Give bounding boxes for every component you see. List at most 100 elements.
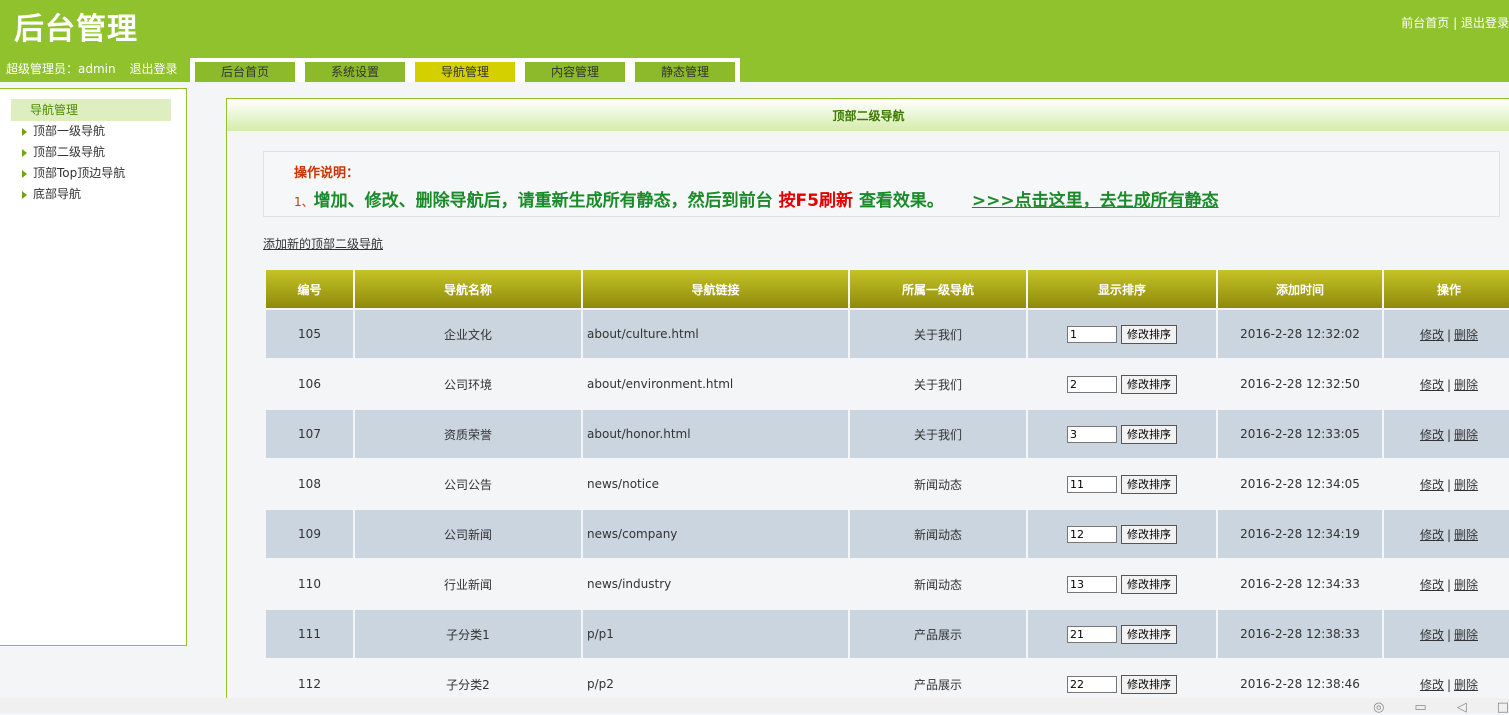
delete-link[interactable]: 删除 — [1454, 528, 1478, 542]
action-separator: | — [1446, 427, 1452, 442]
nav-table-wrapper: 编号 导航名称 导航链接 所属一级导航 显示排序 添加时间 操作 105 企业文化… — [264, 268, 1509, 698]
edit-link[interactable]: 修改 — [1420, 378, 1444, 392]
order-input[interactable] — [1067, 625, 1117, 643]
col-header-order[interactable]: 显示排序 — [1028, 270, 1216, 308]
delete-link[interactable]: 删除 — [1454, 578, 1478, 592]
delete-link[interactable]: 删除 — [1454, 478, 1478, 492]
cell-link: about/culture.html — [583, 310, 848, 358]
delete-link[interactable]: 删除 — [1454, 378, 1478, 392]
generate-static-link[interactable]: >>>点击这里，去生成所有静态 — [972, 191, 1219, 211]
cell-name: 行业新闻 — [355, 560, 581, 608]
instructions-heading: 操作说明： — [294, 166, 360, 181]
cell-order: 修改排序 — [1028, 360, 1216, 408]
delete-link[interactable]: 删除 — [1454, 428, 1478, 442]
cell-name: 资质荣誉 — [355, 410, 581, 458]
cell-link: about/honor.html — [583, 410, 848, 458]
cell-time: 2016-2-28 12:38:46 — [1218, 660, 1382, 698]
cell-parent: 产品展示 — [850, 610, 1026, 658]
nav-table: 编号 导航名称 导航链接 所属一级导航 显示排序 添加时间 操作 105 企业文化… — [264, 268, 1509, 698]
cell-order: 修改排序 — [1028, 610, 1216, 658]
order-input[interactable] — [1067, 325, 1117, 343]
cell-name: 企业文化 — [355, 310, 581, 358]
cell-order: 修改排序 — [1028, 510, 1216, 558]
cell-id: 110 — [266, 560, 353, 608]
tab-home[interactable]: 后台首页 — [195, 62, 295, 82]
edit-link[interactable]: 修改 — [1420, 578, 1444, 592]
sidebar-title: 导航管理 — [11, 99, 171, 121]
cell-time: 2016-2-28 12:38:33 — [1218, 610, 1382, 658]
update-order-button[interactable]: 修改排序 — [1121, 574, 1177, 594]
edit-link[interactable]: 修改 — [1420, 528, 1444, 542]
order-input[interactable] — [1067, 475, 1117, 493]
edit-link[interactable]: 修改 — [1420, 628, 1444, 642]
bottom-strip — [0, 698, 1509, 713]
site-logo: 后台管理 — [14, 12, 138, 47]
order-input[interactable] — [1067, 375, 1117, 393]
table-row: 110行业新闻news/industry新闻动态 修改排序 2016-2-28 12… — [266, 560, 1509, 608]
edit-link[interactable]: 修改 — [1420, 328, 1444, 342]
edit-link[interactable]: 修改 — [1420, 478, 1444, 492]
delete-link[interactable]: 删除 — [1454, 628, 1478, 642]
front-home-link[interactable]: 前台首页 — [1401, 16, 1449, 30]
add-nav-link[interactable]: 添加新的顶部二级导航 — [263, 235, 383, 252]
update-order-button[interactable]: 修改排序 — [1121, 424, 1177, 444]
col-header-name[interactable]: 导航名称 — [355, 270, 581, 308]
instructions-line: 1、增加、修改、删除导航后，请重新生成所有静态，然后到前台 按F5刷新 查看效果… — [294, 186, 1219, 211]
table-header-row: 编号 导航名称 导航链接 所属一级导航 显示排序 添加时间 操作 — [266, 270, 1509, 308]
cell-link: news/company — [583, 510, 848, 558]
order-input[interactable] — [1067, 425, 1117, 443]
update-order-button[interactable]: 修改排序 — [1121, 374, 1177, 394]
sidebar-item-label: 顶部Top顶边导航 — [33, 166, 126, 180]
sidebar-item-label: 底部导航 — [33, 187, 82, 201]
page-title: 顶部二级导航 — [227, 99, 1509, 131]
instructions-box: 操作说明： 1、增加、修改、删除导航后，请重新生成所有静态，然后到前台 按F5刷… — [263, 151, 1500, 217]
order-input[interactable] — [1067, 575, 1117, 593]
cell-time: 2016-2-28 12:34:19 — [1218, 510, 1382, 558]
main-panel: 顶部二级导航 操作说明： 1、增加、修改、删除导航后，请重新生成所有静态，然后到… — [226, 98, 1509, 699]
update-order-button[interactable]: 修改排序 — [1121, 624, 1177, 644]
col-header-parent[interactable]: 所属一级导航 — [850, 270, 1026, 308]
sidebar-item-top-level1[interactable]: 顶部一级导航 — [22, 121, 105, 141]
cell-id: 111 — [266, 610, 353, 658]
cell-actions: 修改 | 删除 — [1384, 310, 1509, 358]
edit-link[interactable]: 修改 — [1420, 678, 1444, 692]
sidebar-item-top-edge[interactable]: 顶部Top顶边导航 — [22, 163, 125, 183]
top-header: 后台管理 前台首页 | 退出登录 超级管理员：admin 退出登录 后台首页 系… — [0, 0, 1509, 82]
top-exit-link[interactable]: 退出登录 — [1461, 16, 1509, 30]
sidebar-item-bottom-nav[interactable]: 底部导航 — [22, 184, 81, 204]
cell-id: 108 — [266, 460, 353, 508]
order-input[interactable] — [1067, 525, 1117, 543]
table-row: 109公司新闻news/company新闻动态 修改排序 2016-2-28 12:… — [266, 510, 1509, 558]
update-order-button[interactable]: 修改排序 — [1121, 474, 1177, 494]
update-order-button[interactable]: 修改排序 — [1121, 524, 1177, 544]
cell-name: 公司公告 — [355, 460, 581, 508]
col-header-id[interactable]: 编号 — [266, 270, 353, 308]
tab-navigation[interactable]: 导航管理 — [415, 62, 515, 82]
col-header-time[interactable]: 添加时间 — [1218, 270, 1382, 308]
cell-actions: 修改 | 删除 — [1384, 660, 1509, 698]
tab-static[interactable]: 静态管理 — [635, 62, 735, 82]
update-order-button[interactable]: 修改排序 — [1121, 324, 1177, 344]
table-row: 105企业文化about/culture.html关于我们 修改排序 2016-2-… — [266, 310, 1509, 358]
update-order-button[interactable]: 修改排序 — [1121, 674, 1177, 694]
tab-system-settings[interactable]: 系统设置 — [305, 62, 405, 82]
cell-parent: 新闻动态 — [850, 460, 1026, 508]
sidebar-item-top-level2[interactable]: 顶部二级导航 — [22, 142, 105, 162]
cell-id: 105 — [266, 310, 353, 358]
logout-link[interactable]: 退出登录 — [129, 62, 177, 76]
table-row: 107资质荣誉about/honor.html关于我们 修改排序 2016-2-28… — [266, 410, 1509, 458]
cell-order: 修改排序 — [1028, 460, 1216, 508]
tab-content[interactable]: 内容管理 — [525, 62, 625, 82]
col-header-link[interactable]: 导航链接 — [583, 270, 848, 308]
admin-user-label: 超级管理员：admin — [6, 62, 116, 76]
edit-link[interactable]: 修改 — [1420, 428, 1444, 442]
sidebar-item-label: 顶部二级导航 — [33, 145, 106, 159]
main-tabs: 后台首页 系统设置 导航管理 内容管理 静态管理 — [190, 58, 740, 82]
instructions-f5: 按F5刷新 — [778, 191, 854, 211]
delete-link[interactable]: 删除 — [1454, 328, 1478, 342]
delete-link[interactable]: 删除 — [1454, 678, 1478, 692]
action-separator: | — [1446, 627, 1452, 642]
cell-link: news/notice — [583, 460, 848, 508]
admin-bar: 超级管理员：admin 退出登录 — [6, 60, 177, 77]
order-input[interactable] — [1067, 675, 1117, 693]
